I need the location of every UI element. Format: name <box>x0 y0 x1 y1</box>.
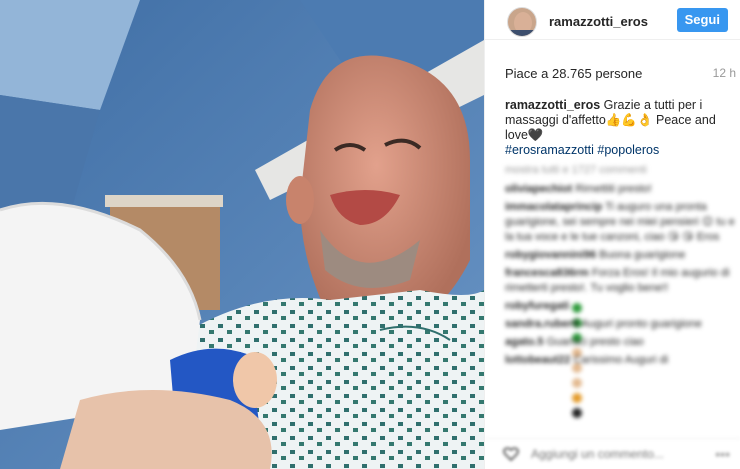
comment-text: Auguri pronto guarigione <box>581 318 702 330</box>
comment-item: immacolataprincip Ti auguro una pronta g… <box>505 200 737 245</box>
comment-username[interactable]: oliviapechiot <box>505 183 572 195</box>
load-more-comments[interactable]: mostra tutti e 1727 commenti <box>505 163 737 178</box>
comment-item: oliviapechiot Rimettiti presto! <box>505 182 737 197</box>
instagram-post: ramazzotti_eros Segui Piace a 28.765 per… <box>0 0 740 469</box>
comment-username[interactable]: agato.5 <box>505 336 544 348</box>
comment-item: francesca836rm Forza Eros! Il mio auguri… <box>505 266 737 296</box>
comment-username[interactable]: francesca836rm <box>505 267 589 279</box>
emoji-row <box>572 301 583 419</box>
comment-username[interactable]: robygiovannini96 <box>505 249 596 261</box>
add-comment-row: ••• <box>485 438 740 469</box>
comment-username[interactable]: lottobeaut22 <box>505 354 570 366</box>
comment-text: Guarisci presto ciao <box>546 336 644 348</box>
likes-row: Piace a 28.765 persone 12 h <box>505 66 736 81</box>
post-time[interactable]: 12 h <box>713 66 736 81</box>
comment-text: Carissimo Auguri di <box>573 354 669 366</box>
comment-item: robygiovannini96 Buona guarigione <box>505 248 737 263</box>
comment-text: Buona guarigione <box>599 249 686 261</box>
caption-hashtags[interactable]: #erosramazzotti #popoleros <box>505 143 659 157</box>
comment-item: agato.5 Guarisci presto ciao <box>505 335 737 350</box>
selfie-image <box>0 0 484 469</box>
comment-username[interactable]: robyfuregati <box>505 300 569 312</box>
comment-username[interactable]: immacolataprincip <box>505 201 602 213</box>
heart-icon[interactable] <box>503 447 519 461</box>
comment-item: sandra.ruberti Auguri pronto guarigione <box>505 317 737 332</box>
post-header: ramazzotti_eros Segui <box>485 0 740 40</box>
more-options-icon[interactable]: ••• <box>715 446 730 462</box>
comment-username[interactable]: sandra.ruberti <box>505 318 579 330</box>
username-link[interactable]: ramazzotti_eros <box>549 14 648 29</box>
comment-item: robyfuregati <box>505 299 737 419</box>
likes-count[interactable]: Piace a 28.765 persone <box>505 66 642 81</box>
post-sidebar: ramazzotti_eros Segui Piace a 28.765 per… <box>484 0 740 469</box>
avatar[interactable] <box>507 6 537 37</box>
comment-text: Rimettiti presto! <box>575 183 652 195</box>
add-comment-input[interactable] <box>531 447 701 461</box>
comment-item: lottobeaut22 Carissimo Auguri di <box>505 353 737 368</box>
post-photo[interactable] <box>0 0 484 469</box>
caption-username[interactable]: ramazzotti_eros <box>505 98 600 112</box>
post-caption: ramazzotti_eros Grazie a tutti per i mas… <box>505 98 727 158</box>
comments-list: mostra tutti e 1727 commenti oliviapechi… <box>505 163 737 419</box>
follow-button[interactable]: Segui <box>676 8 728 32</box>
